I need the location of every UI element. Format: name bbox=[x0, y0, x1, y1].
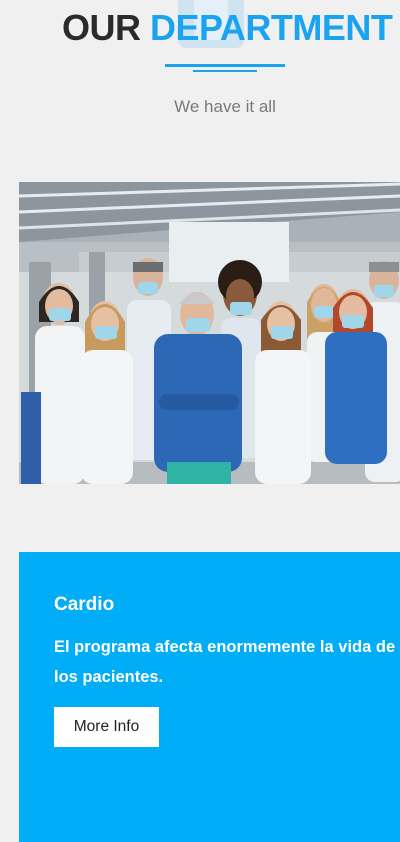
team-photo bbox=[19, 182, 400, 484]
title-word-our: OUR bbox=[62, 7, 141, 48]
title-divider-short bbox=[193, 70, 257, 72]
card-title: Cardio bbox=[54, 594, 115, 615]
cardio-card: Cardio El programa afecta enormemente la… bbox=[19, 552, 400, 842]
page-title: OUR DEPARTMENT bbox=[0, 8, 400, 48]
card-description: El programa afecta enormemente la vida d… bbox=[54, 638, 396, 686]
more-info-button[interactable]: More Info bbox=[54, 707, 159, 747]
page: OUR DEPARTMENT We have it all Cardio El … bbox=[0, 0, 400, 842]
department-header: OUR DEPARTMENT We have it all bbox=[0, 0, 400, 140]
title-word-department: DEPARTMENT bbox=[150, 7, 393, 48]
page-subtitle: We have it all bbox=[174, 97, 276, 116]
team-photo-illustration bbox=[19, 182, 400, 484]
title-divider bbox=[165, 64, 285, 67]
